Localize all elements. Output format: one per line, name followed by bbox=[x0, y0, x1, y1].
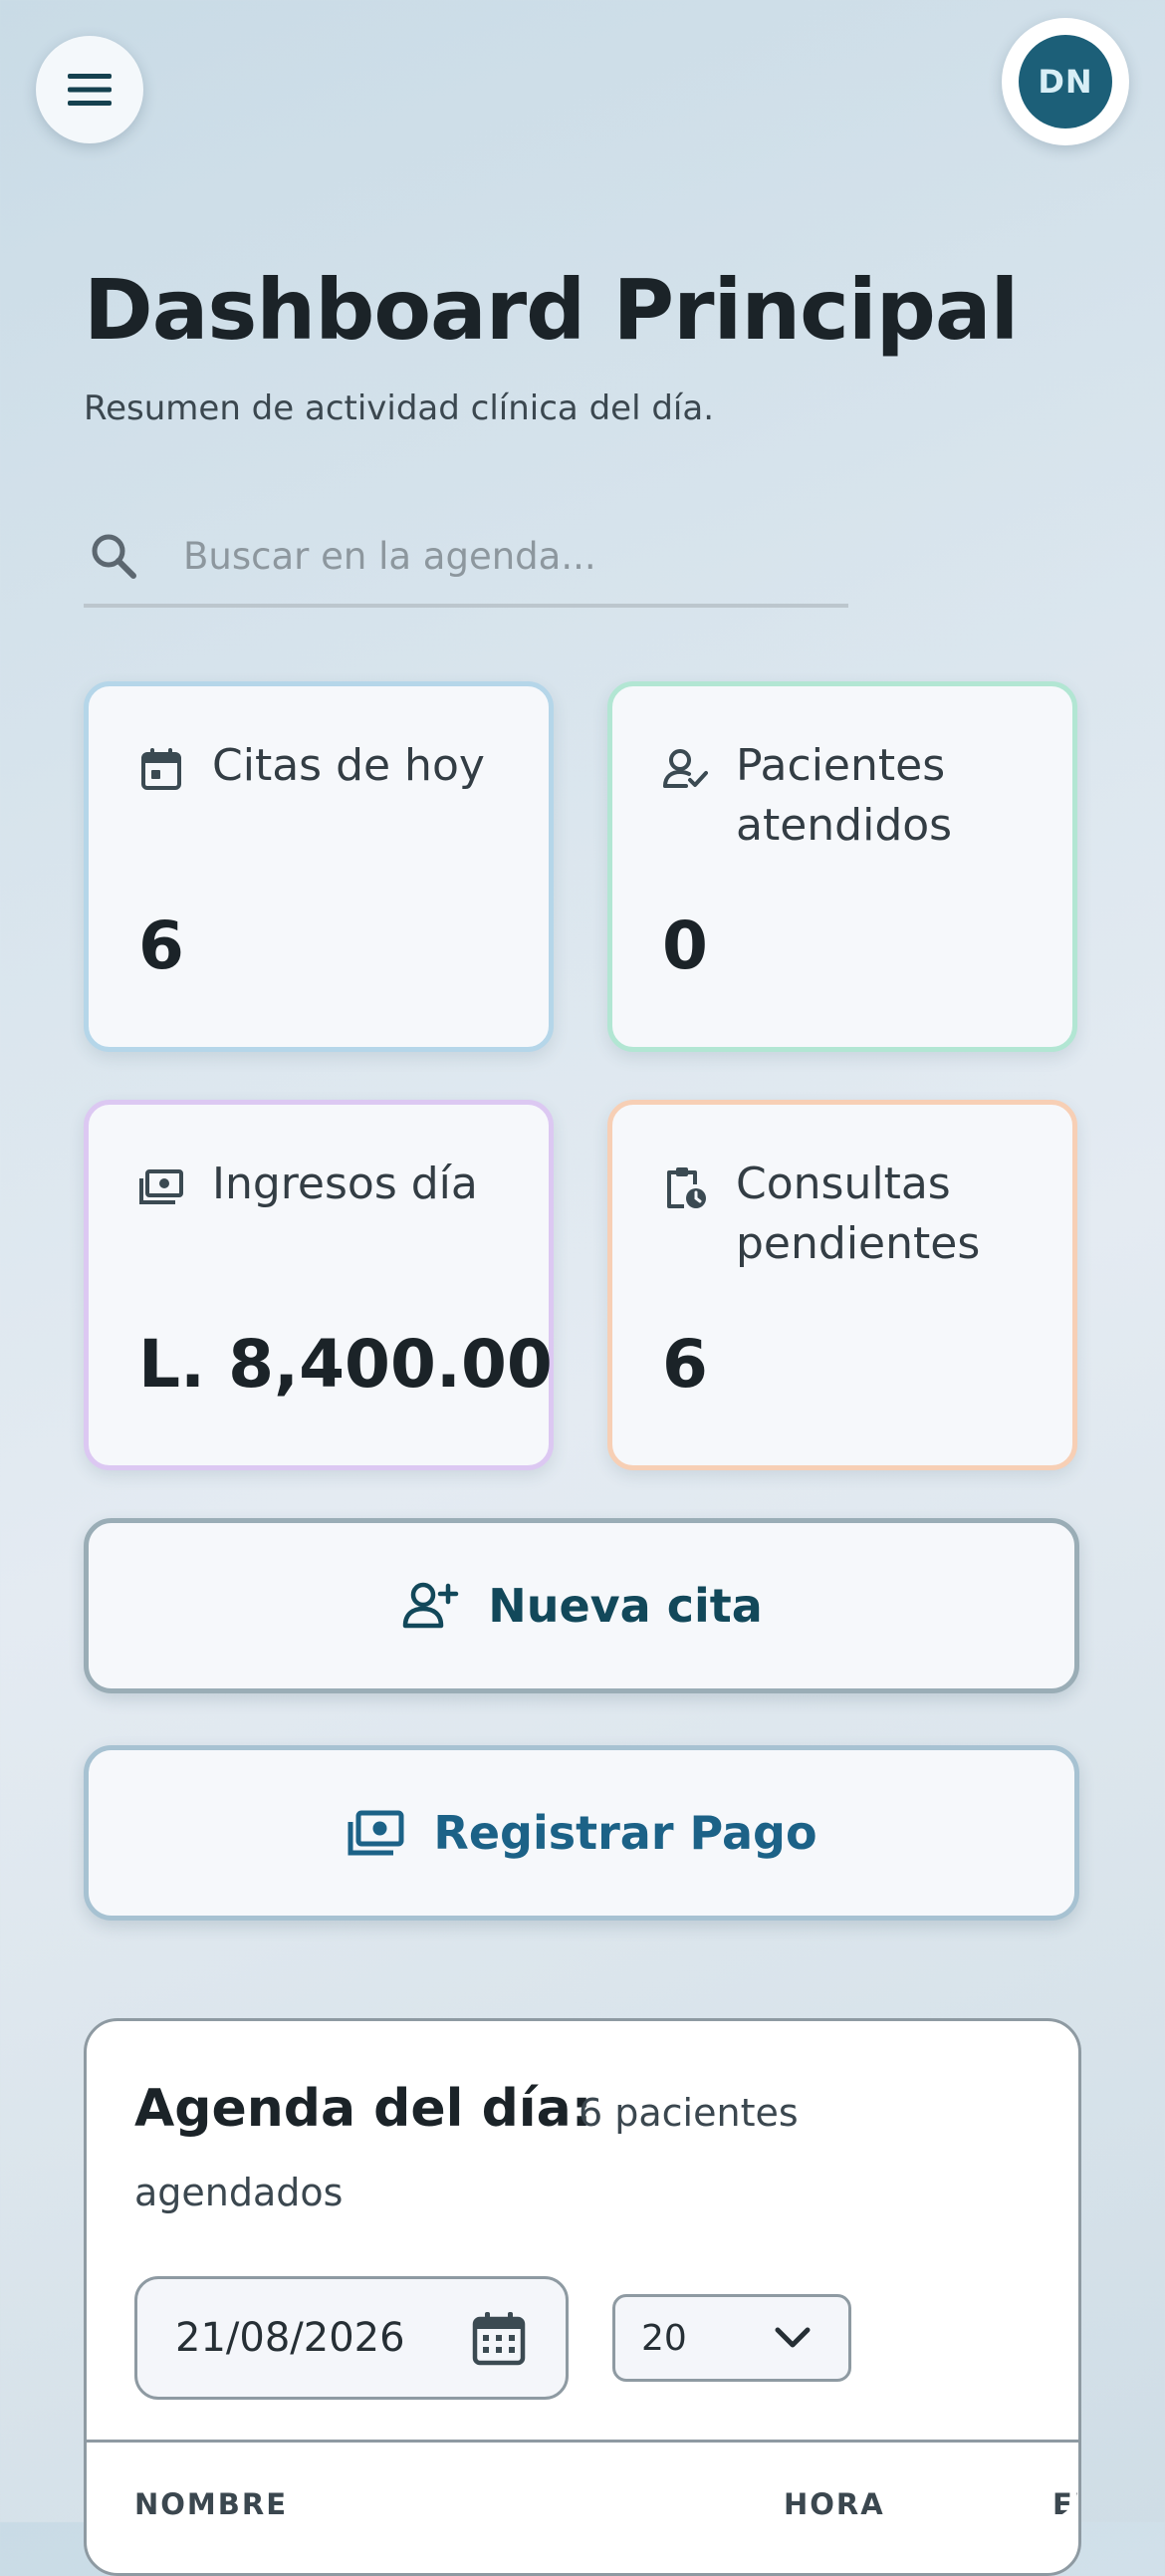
column-header-hora[interactable]: HORA bbox=[784, 2487, 885, 2519]
search-icon bbox=[92, 534, 136, 579]
column-header-nombre[interactable]: NOMBRE bbox=[134, 2487, 288, 2519]
stat-value: 6 bbox=[662, 1326, 708, 1403]
stat-card-citas-hoy[interactable]: Citas de hoy 6 bbox=[84, 681, 554, 1052]
chevron-down-icon bbox=[775, 2327, 811, 2348]
agenda-count-suffix: agendados bbox=[134, 2171, 344, 2214]
calendar-icon bbox=[141, 748, 181, 790]
date-picker[interactable]: 21/08/2026 bbox=[134, 2276, 569, 2400]
agenda-card: Agenda del día: 6 pacientes agendados 21… bbox=[84, 2018, 1081, 2576]
calendar-icon[interactable] bbox=[470, 2309, 528, 2367]
page-title: Dashboard Principal bbox=[84, 261, 1019, 359]
agenda-title: Agenda del día: bbox=[134, 2079, 592, 2139]
date-value: 21/08/2026 bbox=[175, 2315, 405, 2361]
user-avatar-button[interactable]: DN bbox=[1002, 18, 1129, 145]
user-check-icon bbox=[663, 749, 708, 788]
page-subtitle: Resumen de actividad clínica del día. bbox=[84, 388, 715, 428]
stat-value: 0 bbox=[662, 907, 708, 984]
stat-label: Consultas pendientes bbox=[736, 1159, 981, 1269]
avatar: DN bbox=[1019, 35, 1112, 129]
stat-card-pacientes-atendidos[interactable]: Pacientes atendidos 0 bbox=[607, 681, 1077, 1052]
rows-per-page-select[interactable]: 20 bbox=[612, 2294, 851, 2382]
hamburger-menu-icon bbox=[68, 74, 112, 106]
nueva-cita-label: Nueva cita bbox=[488, 1579, 763, 1633]
money-icon bbox=[348, 1810, 404, 1856]
stat-label: Ingresos día bbox=[212, 1159, 478, 1209]
stat-label: Citas de hoy bbox=[212, 740, 485, 791]
stat-card-ingresos-dia[interactable]: Ingresos día L. 8,400.00 bbox=[84, 1100, 554, 1470]
registrar-pago-button[interactable]: Registrar Pago bbox=[84, 1745, 1079, 1921]
search-bar bbox=[84, 508, 848, 608]
menu-button[interactable] bbox=[36, 36, 143, 143]
nueva-cita-button[interactable]: Nueva cita bbox=[84, 1518, 1079, 1693]
column-header-estado[interactable]: EI bbox=[1052, 2487, 1078, 2519]
clipboard-clock-icon bbox=[667, 1167, 706, 1208]
stat-value: L. 8,400.00 bbox=[138, 1326, 553, 1403]
stat-card-consultas-pendientes[interactable]: Consultas pendientes 6 bbox=[607, 1100, 1077, 1470]
table-divider bbox=[87, 2440, 1078, 2443]
money-icon bbox=[139, 1169, 183, 1204]
rows-per-page-value: 20 bbox=[641, 2317, 687, 2359]
search-input[interactable] bbox=[181, 533, 822, 579]
registrar-pago-label: Registrar Pago bbox=[433, 1806, 817, 1860]
user-plus-icon bbox=[402, 1582, 459, 1629]
agenda-count: 6 pacientes bbox=[579, 2091, 799, 2135]
stat-label: Pacientes atendidos bbox=[736, 740, 953, 851]
stat-value: 6 bbox=[138, 907, 184, 984]
